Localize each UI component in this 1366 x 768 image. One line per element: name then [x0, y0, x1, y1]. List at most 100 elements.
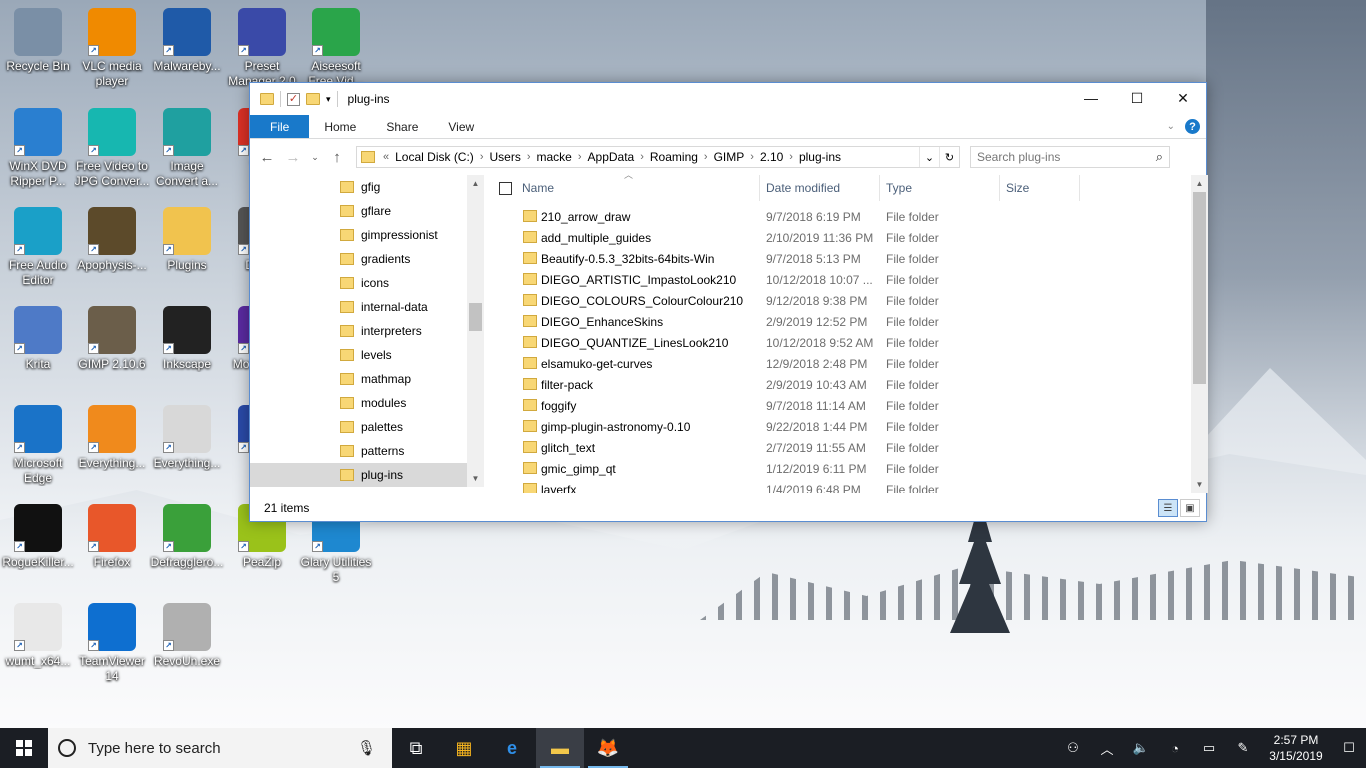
search-input[interactable]: Search plug-ins ⌕	[970, 146, 1170, 168]
new-folder-icon[interactable]	[306, 93, 320, 105]
nav-scroll-thumb[interactable]	[469, 303, 482, 331]
nav-folder-item[interactable]: patterns	[250, 439, 467, 463]
desktop-icon[interactable]: ↗ Inkscape	[149, 302, 225, 394]
breadcrumb-item[interactable]: GIMP	[710, 150, 749, 164]
file-row[interactable]: DIEGO_COLOURS_ColourColour210 9/12/2018 9…	[488, 290, 1191, 311]
breadcrumb-separator-icon[interactable]: ›	[525, 151, 533, 163]
file-scroll-thumb[interactable]	[1193, 192, 1206, 384]
column-date-modified[interactable]: Date modified	[760, 175, 880, 201]
desktop-icon[interactable]: ↗ Image Convert a...	[149, 104, 225, 196]
file-row[interactable]: DIEGO_ARTISTIC_ImpastoLook210 10/12/2018 …	[488, 269, 1191, 290]
scroll-down-icon[interactable]: ▼	[467, 470, 484, 487]
large-icons-view-icon[interactable]: ▣	[1180, 499, 1200, 517]
nav-folder-item[interactable]: gimpressionist	[250, 223, 467, 247]
recent-locations-icon[interactable]: ⌄	[308, 152, 322, 163]
column-size[interactable]: Size	[1000, 175, 1080, 201]
tab-view[interactable]: View	[433, 115, 489, 138]
desktop-icon[interactable]: ↗ TeamViewer 14	[74, 599, 150, 691]
breadcrumb-item[interactable]: 2.10	[756, 150, 787, 164]
nav-folder-item[interactable]: gfig	[250, 175, 467, 199]
nav-folder-item[interactable]: gradients	[250, 247, 467, 271]
file-row[interactable]: filter-pack 2/9/2019 10:43 AM File folder	[488, 374, 1191, 395]
breadcrumb-item[interactable]: AppData	[584, 150, 639, 164]
minimize-button[interactable]: —	[1068, 83, 1114, 113]
breadcrumb-separator-icon[interactable]: ›	[478, 151, 486, 163]
desktop-icon[interactable]: ↗ Everything...	[149, 401, 225, 493]
taskbar-file-explorer[interactable]: ▬	[536, 728, 584, 768]
nav-scrollbar[interactable]: ▲ ▼	[467, 175, 484, 487]
desktop-icon[interactable]: ↗ Malwareby...	[149, 4, 225, 96]
file-row[interactable]: DIEGO_QUANTIZE_LinesLook210 10/12/2018 9:…	[488, 332, 1191, 353]
breadcrumb-separator-icon[interactable]: ›	[748, 151, 756, 163]
nav-folder-item[interactable]: plug-ins	[250, 463, 467, 487]
forward-button[interactable]: →	[282, 149, 304, 166]
breadcrumb-separator-icon[interactable]: ›	[787, 151, 795, 163]
breadcrumb-separator-icon[interactable]: ›	[702, 151, 710, 163]
taskbar-gimp[interactable]: 🦊	[584, 728, 632, 768]
details-view-icon[interactable]: ☰	[1158, 499, 1178, 517]
nav-folder-item[interactable]: icons	[250, 271, 467, 295]
desktop-icon[interactable]: ↗ Microsoft Edge	[0, 401, 76, 493]
address-dropdown-icon[interactable]: ⌄	[919, 147, 939, 167]
volume-icon[interactable]: 🔈	[1124, 740, 1158, 756]
overflow-icon[interactable]: «	[381, 151, 391, 163]
nav-folder-item[interactable]: gflare	[250, 199, 467, 223]
nav-folder-item[interactable]: palettes	[250, 415, 467, 439]
breadcrumb-separator-icon[interactable]: ›	[638, 151, 646, 163]
refresh-icon[interactable]: ↻	[939, 147, 959, 167]
breadcrumb-item[interactable]: macke	[533, 150, 576, 164]
properties-icon[interactable]: ✓	[287, 92, 300, 106]
show-hidden-icons-icon[interactable]: ︿	[1090, 739, 1124, 758]
tab-file[interactable]: File	[250, 115, 310, 138]
breadcrumb-item[interactable]: plug-ins	[795, 150, 845, 164]
tab-share[interactable]: Share	[371, 115, 433, 138]
file-row[interactable]: add_multiple_guides 2/10/2019 11:36 PM Fil…	[488, 227, 1191, 248]
title-bar[interactable]: ✓ ▾ plug-ins — ☐ ✕	[250, 83, 1206, 115]
desktop-icon[interactable]: ↗ VLC media player	[74, 4, 150, 96]
address-bar[interactable]: « Local Disk (C:) › Users › macke › AppData › Ro…	[356, 146, 960, 168]
nav-folder-item[interactable]: mathmap	[250, 367, 467, 391]
column-type[interactable]: Type	[880, 175, 1000, 201]
breadcrumb-separator-icon[interactable]: ›	[576, 151, 584, 163]
desktop-icon[interactable]: ↗ GIMP 2.10.6	[74, 302, 150, 394]
scroll-up-icon[interactable]: ▲	[467, 175, 484, 192]
nav-folder-item[interactable]: interpreters	[250, 319, 467, 343]
maximize-button[interactable]: ☐	[1114, 83, 1160, 113]
up-button[interactable]: ↑	[326, 149, 348, 166]
help-icon[interactable]: ?	[1185, 119, 1200, 134]
nav-folder-item[interactable]: modules	[250, 391, 467, 415]
desktop-icon[interactable]: ↗ Apophysis-...	[74, 203, 150, 295]
tab-home[interactable]: Home	[309, 115, 371, 138]
taskbar-search-box[interactable]: Type here to search 🎙	[48, 728, 392, 768]
close-button[interactable]: ✕	[1160, 83, 1206, 113]
file-row[interactable]: gmic_gimp_qt 1/12/2019 6:11 PM File folder	[488, 458, 1191, 479]
microphone-icon[interactable]: 🎙	[357, 739, 376, 757]
file-row[interactable]: foggify 9/7/2018 11:14 AM File folder	[488, 395, 1191, 416]
desktop-icon[interactable]: ↗ Free Video to JPG Conver...	[74, 104, 150, 196]
desktop-icon[interactable]: Recycle Bin	[0, 4, 76, 96]
desktop-icon[interactable]: ↗ Firefox	[74, 500, 150, 592]
pen-icon[interactable]: ✎	[1226, 740, 1260, 756]
breadcrumb-item[interactable]: Roaming	[646, 150, 702, 164]
taskbar-store[interactable]: ▦	[440, 728, 488, 768]
scroll-up-icon[interactable]: ▲	[1191, 175, 1208, 192]
desktop-icon[interactable]: ↗ wumt_x64...	[0, 599, 76, 691]
scroll-down-icon[interactable]: ▼	[1191, 476, 1208, 493]
file-row[interactable]: gimp-plugin-astronomy-0.10 9/22/2018 1:44…	[488, 416, 1191, 437]
select-all-checkbox[interactable]	[499, 182, 512, 195]
desktop-icon[interactable]: ↗ RevoUn.exe	[149, 599, 225, 691]
desktop-icon[interactable]: ↗ Plugins	[149, 203, 225, 295]
battery-icon[interactable]: ▭	[1192, 740, 1226, 756]
file-row[interactable]: 210_arrow_draw 9/7/2018 6:19 PM File folde…	[488, 206, 1191, 227]
task-view-button[interactable]: ⧉	[392, 728, 440, 768]
desktop-icon[interactable]: ↗ RogueKiller...	[0, 500, 76, 592]
start-button[interactable]	[0, 728, 48, 768]
nav-folder-item[interactable]: internal-data	[250, 295, 467, 319]
file-row[interactable]: elsamuko-get-curves 12/9/2018 2:48 PM File…	[488, 353, 1191, 374]
desktop-icon[interactable]: ↗ WinX DVD Ripper P...	[0, 104, 76, 196]
breadcrumb-item[interactable]: Users	[485, 150, 524, 164]
people-icon[interactable]: ⚇	[1056, 740, 1090, 756]
nav-folder-item[interactable]: levels	[250, 343, 467, 367]
clock[interactable]: 2:57 PM 3/15/2019	[1260, 732, 1332, 764]
taskbar-edge[interactable]: e	[488, 728, 536, 768]
